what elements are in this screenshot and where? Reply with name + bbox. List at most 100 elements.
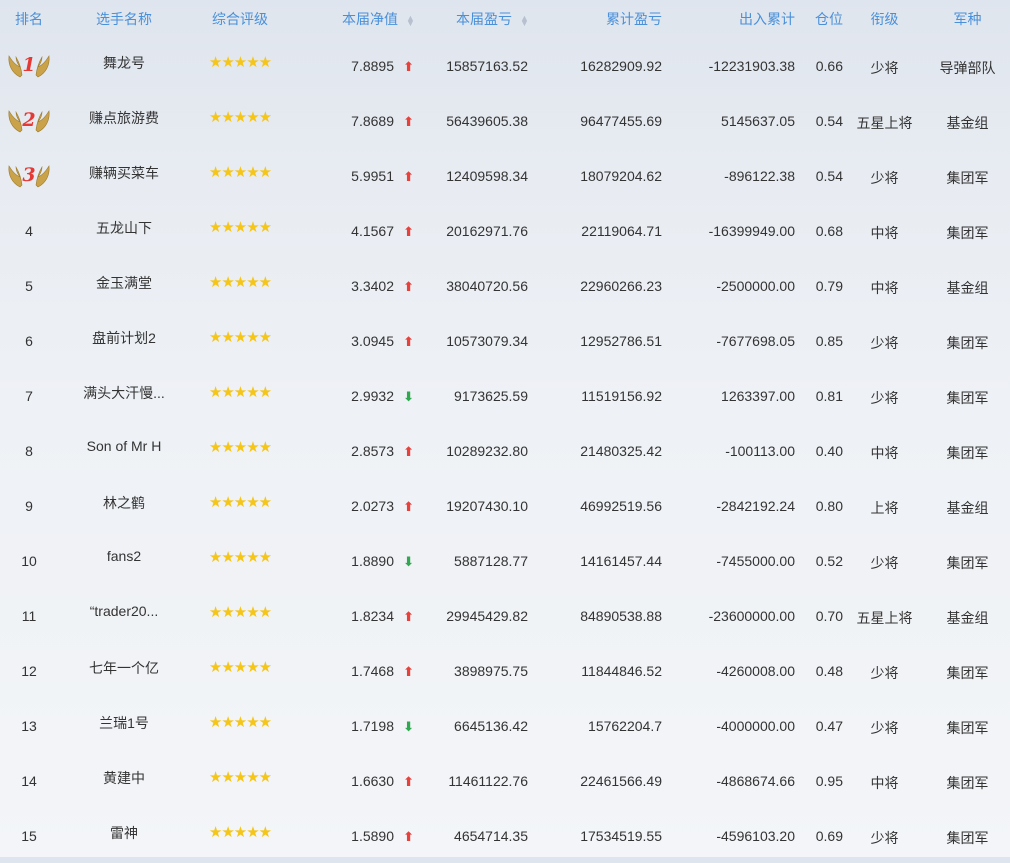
nav-value: 7.8689 — [351, 113, 394, 129]
cell-current-pnl: 15857163.52 — [446, 58, 528, 74]
table-row[interactable]: 11 “trader20... ★★★★★ 1.8234 ⬆ 29945429.82 848… — [0, 588, 1010, 643]
cell-rank: 12 — [0, 643, 58, 679]
cell-nav: 7.8895 ⬆ — [290, 38, 414, 75]
star-rating-icon: ★★★★★ — [208, 714, 272, 731]
cell-position: 0.68 — [815, 223, 843, 239]
cell-rank: 9 — [0, 478, 58, 514]
player-name-link[interactable]: 七年一个亿 — [89, 658, 159, 678]
header-arm: 军种 — [953, 11, 982, 27]
table-row[interactable]: 5 金玉满堂 ★★★★★ 3.3402 ⬆ 38040720.56 22960266.23 -… — [0, 258, 1010, 313]
table-row[interactable]: 15 雷神 ★★★★★ 1.5890 ⬆ 4654714.35 17534519.55 -45… — [0, 808, 1010, 863]
header-nav-sortable[interactable]: 本届净值 ▲ ▼ — [290, 9, 415, 29]
cell-name[interactable]: “trader20... — [58, 588, 190, 622]
player-name-link[interactable]: “trader20... — [90, 603, 158, 619]
player-name-link[interactable]: 兰瑞1号 — [99, 713, 149, 733]
cell-cumulative-pnl: 96477455.69 — [580, 113, 662, 129]
cell-grade: 少将 — [870, 665, 899, 681]
rank-number: 3 — [22, 164, 36, 186]
rank-number: 13 — [21, 718, 37, 734]
cell-current-pnl: 3898975.75 — [454, 663, 528, 679]
cell-name[interactable]: 雷神 — [58, 808, 190, 846]
cell-name[interactable]: 舞龙号 — [58, 38, 190, 76]
cell-name[interactable]: 赚点旅游费 — [58, 93, 190, 131]
cell-rating: ★★★★★ — [190, 313, 290, 346]
star-rating-icon: ★★★★★ — [208, 54, 272, 71]
player-name-link[interactable]: 雷神 — [110, 823, 138, 843]
table-row[interactable]: 2 赚点旅游费 ★★★★★ 7.8689 ⬆ 56439605.38 96477455.69… — [0, 93, 1010, 148]
table-row[interactable]: 3 赚辆买菜车 ★★★★★ 5.9951 ⬆ 12409598.34 18079204.62… — [0, 148, 1010, 203]
cell-cumulative-pnl: 11519156.92 — [581, 388, 662, 404]
cell-cumulative-pnl: 22461566.49 — [580, 773, 662, 789]
cell-name[interactable]: 满头大汗慢... — [58, 368, 190, 406]
player-name-link[interactable]: 林之鹤 — [103, 493, 145, 513]
cell-name[interactable]: fans2 — [58, 533, 190, 567]
nav-value: 1.8890 — [351, 553, 394, 569]
table-row[interactable]: 7 满头大汗慢... ★★★★★ 2.9932 ⬇ 9173625.59 11519156.… — [0, 368, 1010, 423]
cell-cumulative-pnl: 16282909.92 — [580, 58, 662, 74]
rank-number: 6 — [25, 333, 33, 349]
table-row[interactable]: 10 fans2 ★★★★★ 1.8890 ⬇ 5887128.77 14161457.44… — [0, 533, 1010, 588]
cell-name[interactable]: 黄建中 — [58, 753, 190, 791]
player-name-link[interactable]: 金玉满堂 — [96, 273, 152, 293]
cell-cumulative-pnl: 11844846.52 — [581, 663, 662, 679]
cell-cumulative-pnl: 22119064.71 — [581, 223, 662, 239]
table-row[interactable]: 6 盘前计划2 ★★★★★ 3.0945 ⬆ 10573079.34 12952786.51… — [0, 313, 1010, 368]
cell-net-flow: -23600000.00 — [708, 608, 795, 624]
player-name-link[interactable]: 黄建中 — [103, 768, 145, 788]
table-row[interactable]: 12 七年一个亿 ★★★★★ 1.7468 ⬆ 3898975.75 11844846.52… — [0, 643, 1010, 698]
header-current-pnl-label: 本届盈亏 — [456, 11, 512, 27]
star-rating-icon: ★★★★★ — [208, 824, 272, 841]
cell-grade: 少将 — [870, 555, 899, 571]
cell-cumulative-pnl: 21480325.42 — [580, 443, 662, 459]
player-name-link[interactable]: 赚辆买菜车 — [89, 163, 159, 183]
cell-position: 0.52 — [815, 553, 843, 569]
cell-position: 0.54 — [815, 168, 843, 184]
arrow-up-icon: ⬆ — [403, 169, 414, 184]
cell-name[interactable]: 林之鹤 — [58, 478, 190, 516]
cell-grade: 五星上将 — [856, 115, 913, 131]
player-name-link[interactable]: 盘前计划2 — [92, 328, 156, 348]
cell-rating: ★★★★★ — [190, 588, 290, 621]
star-rating-icon: ★★★★★ — [208, 604, 272, 621]
nav-value: 3.3402 — [351, 278, 394, 294]
cell-current-pnl: 19207430.10 — [446, 498, 528, 514]
cell-name[interactable]: 盘前计划2 — [58, 313, 190, 351]
table-row[interactable]: 14 黄建中 ★★★★★ 1.6630 ⬆ 11461122.76 22461566.49 -… — [0, 753, 1010, 808]
star-rating-icon: ★★★★★ — [208, 494, 272, 511]
cell-name[interactable]: Son of Mr H — [58, 423, 190, 457]
nav-value: 1.7198 — [351, 718, 394, 734]
player-name-link[interactable]: 赚点旅游费 — [89, 108, 159, 128]
cell-name[interactable]: 金玉满堂 — [58, 258, 190, 296]
cell-grade: 少将 — [870, 170, 899, 186]
cell-rank: 11 — [0, 588, 58, 624]
cell-arm: 集团军 — [946, 775, 989, 791]
arrow-up-icon: ⬆ — [403, 499, 414, 514]
table-row[interactable]: 13 兰瑞1号 ★★★★★ 1.7198 ⬇ 6645136.42 15762204.7 -4… — [0, 698, 1010, 753]
header-name: 选手名称 — [96, 11, 152, 27]
cell-name[interactable]: 七年一个亿 — [58, 643, 190, 681]
table-row[interactable]: 8 Son of Mr H ★★★★★ 2.8573 ⬆ 10289232.80 21480… — [0, 423, 1010, 478]
cell-cumulative-pnl: 84890538.88 — [580, 608, 662, 624]
rank-number: 12 — [21, 663, 37, 679]
player-name-link[interactable]: 舞龙号 — [103, 53, 145, 73]
player-name-link[interactable]: Son of Mr H — [87, 438, 162, 454]
cell-name[interactable]: 赚辆买菜车 — [58, 148, 190, 186]
player-name-link[interactable]: 满头大汗慢... — [83, 383, 165, 403]
cell-net-flow: 5145637.05 — [721, 113, 795, 129]
table-row[interactable]: 9 林之鹤 ★★★★★ 2.0273 ⬆ 19207430.10 46992519.56 -2… — [0, 478, 1010, 533]
cell-current-pnl: 5887128.77 — [454, 553, 528, 569]
cell-arm: 集团军 — [946, 225, 989, 241]
rank-number: 14 — [21, 773, 37, 789]
cell-name[interactable]: 兰瑞1号 — [58, 698, 190, 736]
table-row[interactable]: 4 五龙山下 ★★★★★ 4.1567 ⬆ 20162971.76 22119064.71 -… — [0, 203, 1010, 258]
cell-nav: 1.8890 ⬇ — [290, 533, 414, 570]
star-rating-icon: ★★★★★ — [208, 329, 272, 346]
player-name-link[interactable]: fans2 — [107, 548, 141, 564]
player-name-link[interactable]: 五龙山下 — [96, 218, 152, 238]
cell-net-flow: -7455000.00 — [716, 553, 795, 569]
arrow-up-icon: ⬆ — [403, 774, 414, 789]
cell-name[interactable]: 五龙山下 — [58, 203, 190, 241]
header-current-pnl-sortable[interactable]: 本届盈亏 ▲ ▼ — [414, 9, 529, 29]
cell-net-flow: -16399949.00 — [708, 223, 795, 239]
table-row[interactable]: 1 舞龙号 ★★★★★ 7.8895 ⬆ 15857163.52 16282909.92 -1… — [0, 38, 1010, 93]
